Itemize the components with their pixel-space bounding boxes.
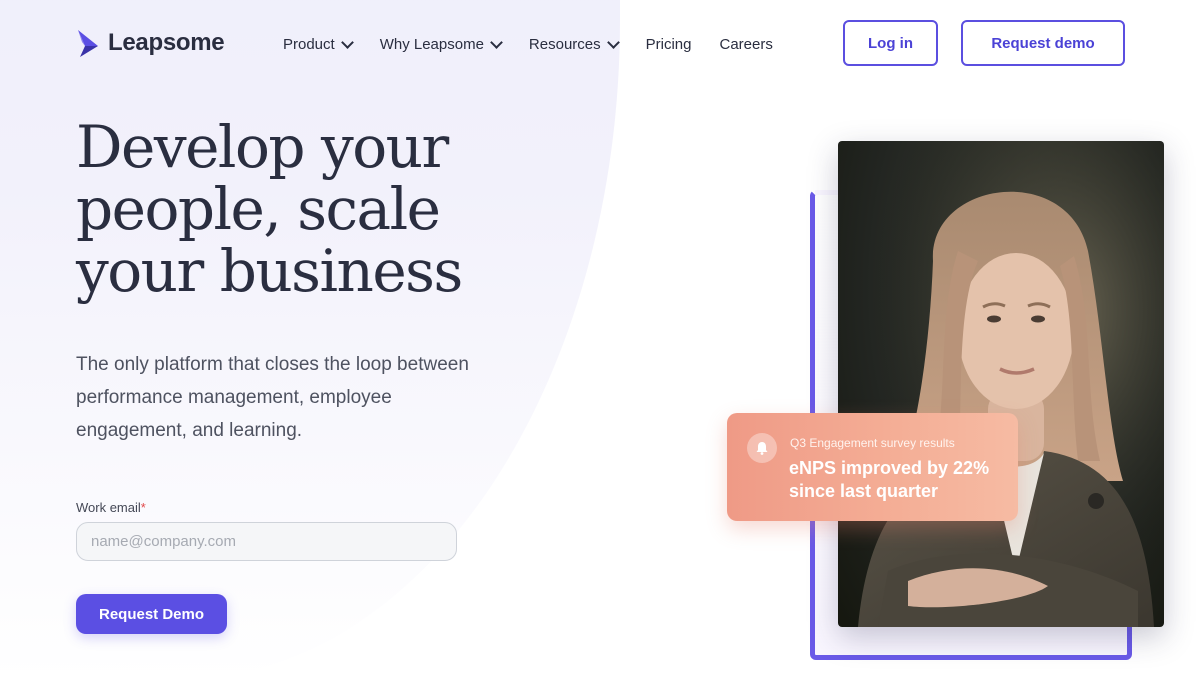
leapsome-logo-icon <box>78 30 98 57</box>
request-demo-nav-button[interactable]: Request demo <box>961 20 1125 66</box>
nav-item-label: Product <box>283 36 335 53</box>
survey-results-card: Q3 Engagement survey results eNPS improv… <box>727 413 1018 521</box>
email-label: Work email* <box>76 500 146 515</box>
background-blob <box>0 0 620 675</box>
request-demo-button[interactable]: Request Demo <box>76 594 227 634</box>
notification-caption: Q3 Engagement survey results <box>790 436 955 450</box>
headline-line: Develop your <box>76 113 449 181</box>
nav-item-resources[interactable]: Resources <box>528 36 620 53</box>
logo-text: Leapsome <box>108 29 225 56</box>
main-nav: Product Why Leapsome Resources Pricing C… <box>283 36 801 53</box>
hero-headline: Develop your people, scale your business <box>76 116 516 302</box>
headline-line: people, scale <box>76 175 441 243</box>
headline-line: your business <box>76 237 463 305</box>
portrait-illustration <box>838 141 1164 627</box>
hero-subtext: The only platform that closes the loop b… <box>76 354 469 441</box>
required-marker: * <box>140 500 146 515</box>
nav-item-product[interactable]: Product <box>283 36 354 53</box>
chevron-down-icon <box>340 36 354 49</box>
chevron-down-icon <box>606 36 620 49</box>
nav-item-pricing[interactable]: Pricing <box>646 36 692 53</box>
login-button[interactable]: Log in <box>843 20 938 66</box>
nav-item-careers[interactable]: Careers <box>719 36 772 53</box>
email-label-text: Work email <box>76 500 141 515</box>
chevron-down-icon <box>490 36 503 49</box>
email-field[interactable] <box>76 522 457 561</box>
bell-icon <box>747 433 777 463</box>
nav-item-label: Why Leapsome <box>379 36 484 53</box>
bell-icon-glyph <box>756 442 768 455</box>
nav-item-label: Pricing <box>645 36 692 53</box>
hero-photo <box>838 141 1164 627</box>
nav-item-label: Resources <box>528 36 601 53</box>
page: Leapsome Product Why Leapsome Resources … <box>0 0 1200 675</box>
logo[interactable]: Leapsome <box>76 28 225 58</box>
notification-title: eNPS improved by 22% since last quarter <box>789 458 990 501</box>
nav-item-label: Careers <box>719 36 773 53</box>
nav-item-why-leapsome[interactable]: Why Leapsome <box>379 36 503 53</box>
